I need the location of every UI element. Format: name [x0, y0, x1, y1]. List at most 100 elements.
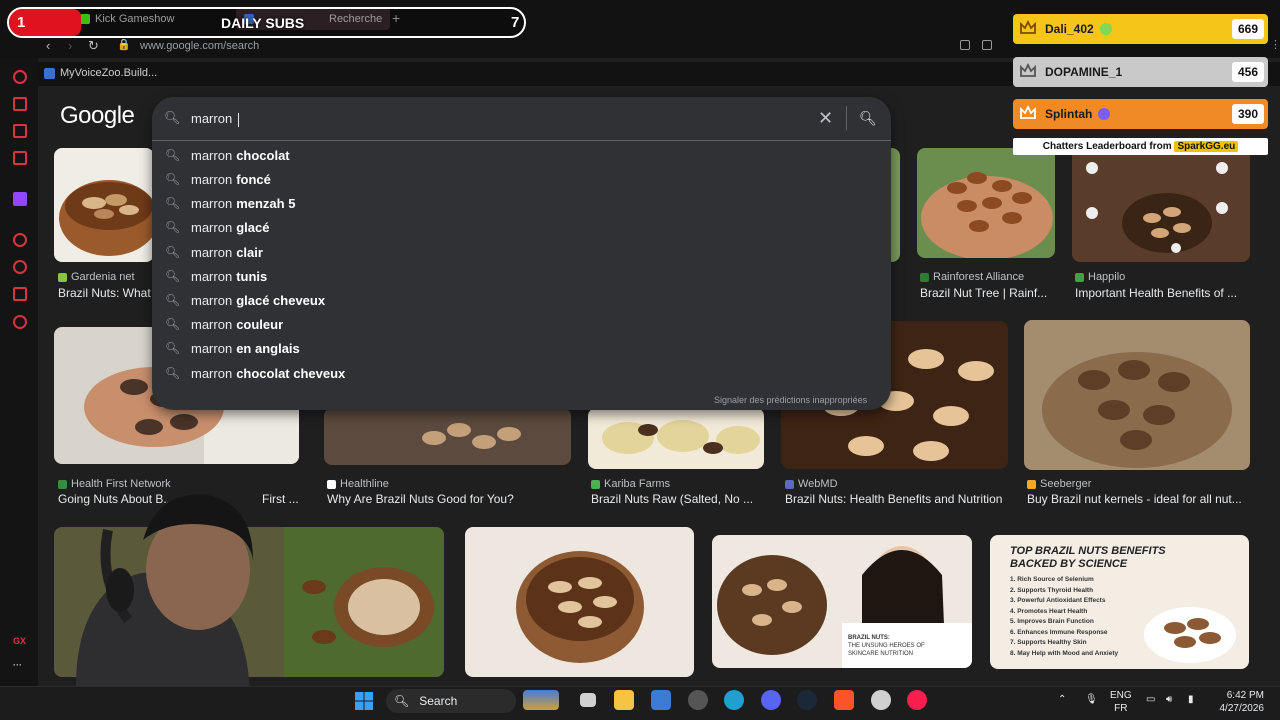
suggestion-item[interactable]: 🔍︎ marron menzah 5 — [165, 193, 295, 213]
result-caption[interactable]: Brazil Nuts Raw (Salted, No ... — [591, 492, 767, 506]
forward-icon[interactable]: › — [68, 38, 72, 53]
search-input[interactable]: marron — [191, 111, 239, 127]
search-icon: 🔍︎ — [165, 293, 181, 307]
suggestion-item[interactable]: 🔍︎ marron en anglais — [165, 338, 300, 358]
reload-icon[interactable]: ↻ — [88, 38, 99, 54]
store-icon[interactable] — [651, 690, 671, 710]
volume-icon[interactable]: 🔊︎ — [1166, 693, 1172, 706]
menu-icon[interactable]: ⋮ — [1270, 38, 1280, 51]
history-icon[interactable] — [13, 260, 27, 274]
result-source[interactable]: Kariba Farms — [591, 478, 670, 490]
result-source[interactable]: Healthline — [327, 478, 389, 490]
suggestion-prefix: marron — [191, 219, 233, 235]
benefit-item: 4. Promotes Heart Health — [1010, 607, 1088, 615]
twitch-icon[interactable] — [13, 192, 27, 206]
result-caption[interactable]: Important Health Benefits of ... — [1075, 286, 1250, 300]
player-icon[interactable] — [13, 233, 27, 247]
suggestion-item[interactable]: 🔍︎ marron tunis — [165, 266, 267, 286]
crown-icon — [1020, 20, 1036, 34]
edge-icon[interactable] — [724, 690, 744, 710]
suggestion-item[interactable]: 🔍︎ marron clair — [165, 242, 263, 262]
suggestion-item[interactable]: 🔍︎ marron foncé — [165, 169, 271, 189]
leaderboard-score: 456 — [1232, 62, 1264, 82]
suggestion-item[interactable]: 🔍︎ marron chocolat — [165, 145, 290, 165]
battery-icon[interactable]: ▮ — [1188, 693, 1194, 706]
result-caption[interactable]: Brazil Nuts: What — [58, 286, 153, 300]
steam-icon[interactable] — [797, 690, 817, 710]
suggestion-item[interactable]: 🔍︎ marron chocolat cheveux — [165, 363, 345, 383]
result-image[interactable] — [1024, 320, 1250, 470]
extensions-icon[interactable] — [13, 287, 27, 301]
suggestion-prefix: marron — [191, 316, 233, 332]
obs-icon[interactable] — [871, 690, 891, 710]
url-field[interactable]: www.google.com/search — [140, 40, 259, 52]
brave-icon[interactable] — [834, 690, 854, 710]
settings-icon[interactable] — [13, 315, 27, 329]
result-source[interactable]: Happilo — [1075, 271, 1125, 283]
result-image[interactable] — [54, 148, 154, 262]
discord-icon[interactable] — [761, 690, 781, 710]
brazil-nuts-bowl-image — [54, 148, 154, 262]
widget-icon[interactable] — [523, 690, 559, 710]
google-logo[interactable]: Google — [60, 102, 135, 130]
suggestion-completion: chocolat — [236, 147, 290, 163]
search-submit-icon[interactable]: 🔍︎ — [859, 110, 877, 127]
search-icon: 🔍︎ — [165, 196, 181, 210]
result-source[interactable]: Gardenia net — [58, 271, 135, 283]
benefit-item: 1. Rich Source of Selenium — [1010, 576, 1094, 583]
file-explorer-icon[interactable] — [614, 690, 634, 710]
clear-search-icon[interactable]: ✕ — [818, 108, 833, 129]
windows-start-icon[interactable] — [354, 691, 374, 711]
network-icon[interactable]: ▭ — [1146, 693, 1155, 706]
search-label: Search — [419, 694, 458, 708]
task-view-icon[interactable] — [580, 693, 596, 707]
result-source[interactable]: Rainforest Alliance — [920, 271, 1024, 283]
result-image[interactable] — [917, 148, 1055, 258]
clock-date: 4/27/2026 — [1219, 703, 1265, 714]
result-caption[interactable]: Buy Brazil nut kernels - ideal for all n… — [1027, 492, 1250, 506]
query-text: marron — [191, 111, 236, 126]
pin-icon[interactable] — [960, 40, 970, 50]
nuts-in-hands-image — [917, 148, 1055, 258]
result-caption[interactable]: Why Are Brazil Nuts Good for You? — [327, 492, 572, 506]
daily-subs-label: DAILY SUBS — [221, 15, 305, 31]
result-image[interactable] — [588, 408, 764, 469]
bookmark-myvoicezoo[interactable]: MyVoiceZoo.Build... — [44, 67, 157, 79]
infographic-title: TOP BRAZIL NUTS BENEFITS BACKED BY SCIEN… — [1010, 545, 1166, 570]
microphone-icon[interactable]: 🎙︎ — [1085, 693, 1098, 706]
result-caption[interactable]: Brazil Nuts: Health Benefits and Nutriti… — [785, 492, 1015, 506]
suggestion-completion: menzah 5 — [236, 195, 296, 211]
app-icon[interactable] — [688, 690, 708, 710]
suggestion-completion: chocolat cheveux — [236, 365, 346, 381]
benefit-item: 3. Powerful Antioxidant Effects — [1010, 597, 1106, 604]
taskbar-search[interactable]: 🔍︎ Search — [386, 689, 516, 713]
suggestion-item[interactable]: 🔍︎ marron glacé cheveux — [165, 290, 325, 310]
more-icon[interactable]: ··· — [13, 660, 22, 670]
suggestion-item[interactable]: 🔍︎ marron glacé — [165, 217, 269, 237]
result-image[interactable] — [712, 535, 972, 668]
result-source[interactable]: WebMD — [785, 478, 838, 490]
suggestion-item[interactable]: 🔍︎ marron couleur — [165, 314, 283, 334]
report-predictions-link[interactable]: Signaler des prédictions inappropriées — [714, 395, 867, 405]
clock[interactable]: 6:42 PM 4/27/2026 — [1214, 689, 1265, 715]
result-image[interactable]: TOP BRAZIL NUTS BENEFITS BACKED BY SCIEN… — [990, 535, 1249, 669]
messenger-icon[interactable] — [13, 151, 27, 165]
site-favicon — [1027, 479, 1036, 489]
source-name: WebMD — [798, 478, 838, 490]
result-image[interactable] — [465, 527, 694, 677]
daily-subs-overlay: 1 DAILY SUBS 7 — [7, 7, 526, 38]
tray-overflow-icon[interactable]: ⌃ — [1058, 693, 1066, 706]
back-icon[interactable]: ‹ — [46, 38, 50, 53]
gx-corner-icon[interactable] — [13, 124, 27, 138]
result-image[interactable] — [324, 408, 571, 465]
streamer-webcam — [76, 494, 253, 720]
snapshot-icon[interactable] — [982, 40, 992, 50]
language-indicator[interactable]: ENG FR — [1110, 689, 1132, 715]
speed-dial-icon[interactable] — [13, 70, 27, 84]
result-caption[interactable]: Brazil Nut Tree | Rainf... — [920, 286, 1060, 300]
opera-gx-icon[interactable] — [907, 690, 927, 710]
result-source[interactable]: Seeberger — [1027, 478, 1091, 490]
result-image[interactable] — [1072, 148, 1250, 262]
gx-control-icon[interactable] — [13, 97, 27, 111]
leaderboard-row: Dali_402 669 — [1013, 14, 1268, 44]
